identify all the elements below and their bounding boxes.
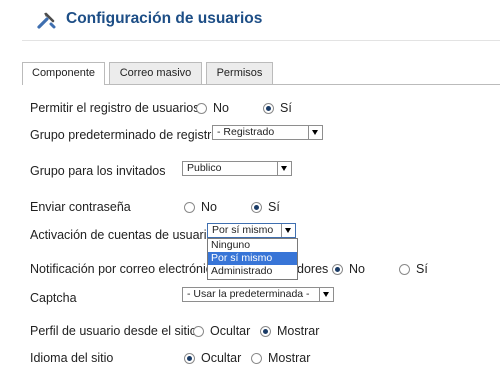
chevron-down-icon [319,288,333,301]
admin-notification-yes-radio[interactable] [399,264,410,275]
site-language-label: Idioma del sitio [30,351,114,365]
title-divider [22,40,500,41]
chevron-down-icon [277,162,291,175]
dropdown-option-administrado[interactable]: Administrado [208,265,297,278]
send-password-no-label: No [201,200,217,214]
default-group-value: - Registrado [217,126,275,138]
allow-registration-yes-label: Sí [280,101,292,115]
captcha-select[interactable]: - Usar la predeterminada - [182,287,334,302]
guest-group-value: Publico [187,162,222,174]
user-profile-show-label: Mostrar [277,324,320,338]
allow-registration-yes-radio[interactable] [263,103,274,114]
site-language-hide-label: Ocultar [201,351,242,365]
page-title: Configuración de usuarios [66,10,263,27]
guest-group-select[interactable]: Publico [182,161,292,176]
tab-correo-masivo[interactable]: Correo masivo [109,62,202,84]
admin-notification-label: Notificación por correo electrónico [30,262,219,276]
tab-componente[interactable]: Componente [22,62,105,85]
send-password-label: Enviar contraseña [30,200,131,214]
admin-notification-yes-label: Sí [416,262,428,276]
chevron-down-icon [308,126,322,139]
tab-permisos[interactable]: Permisos [206,62,273,84]
chevron-down-icon [281,224,295,237]
send-password-yes-radio[interactable] [251,202,262,213]
user-profile-hide-label: Ocultar [210,324,251,338]
dropdown-option-ninguno[interactable]: Ninguno [208,239,297,252]
admin-notification-label-end: dores [297,262,329,276]
admin-notification-no-label: No [349,262,365,276]
site-language-hide-radio[interactable] [184,353,195,364]
captcha-value: - Usar la predeterminada - [187,288,310,300]
admin-notification-no-radio[interactable] [332,264,343,275]
account-activation-dropdown: Ninguno Por sí mismo Administrado [207,238,298,280]
send-password-yes-label: Sí [268,200,280,214]
user-profile-hide-radio[interactable] [193,326,204,337]
allow-registration-label: Permitir el registro de usuarios [30,101,200,115]
guest-group-label: Grupo para los invitados [30,164,166,178]
site-language-show-radio[interactable] [251,353,262,364]
default-group-select[interactable]: - Registrado [212,125,323,140]
allow-registration-no-label: No [213,101,229,115]
account-activation-select[interactable]: Por sí mismo [207,223,296,238]
captcha-label: Captcha [30,291,77,305]
send-password-no-radio[interactable] [184,202,195,213]
allow-registration-no-radio[interactable] [196,103,207,114]
account-activation-value: Por sí mismo [212,224,274,236]
user-profile-label: Perfil de usuario desde el sitio [30,324,197,338]
user-profile-show-radio[interactable] [260,326,271,337]
default-group-label: Grupo predeterminado de registro [30,128,219,142]
dropdown-option-por-si-mismo[interactable]: Por sí mismo [208,252,297,265]
site-language-show-label: Mostrar [268,351,311,365]
tools-icon [37,12,56,29]
account-activation-label: Activación de cuentas de usuario [30,228,214,242]
